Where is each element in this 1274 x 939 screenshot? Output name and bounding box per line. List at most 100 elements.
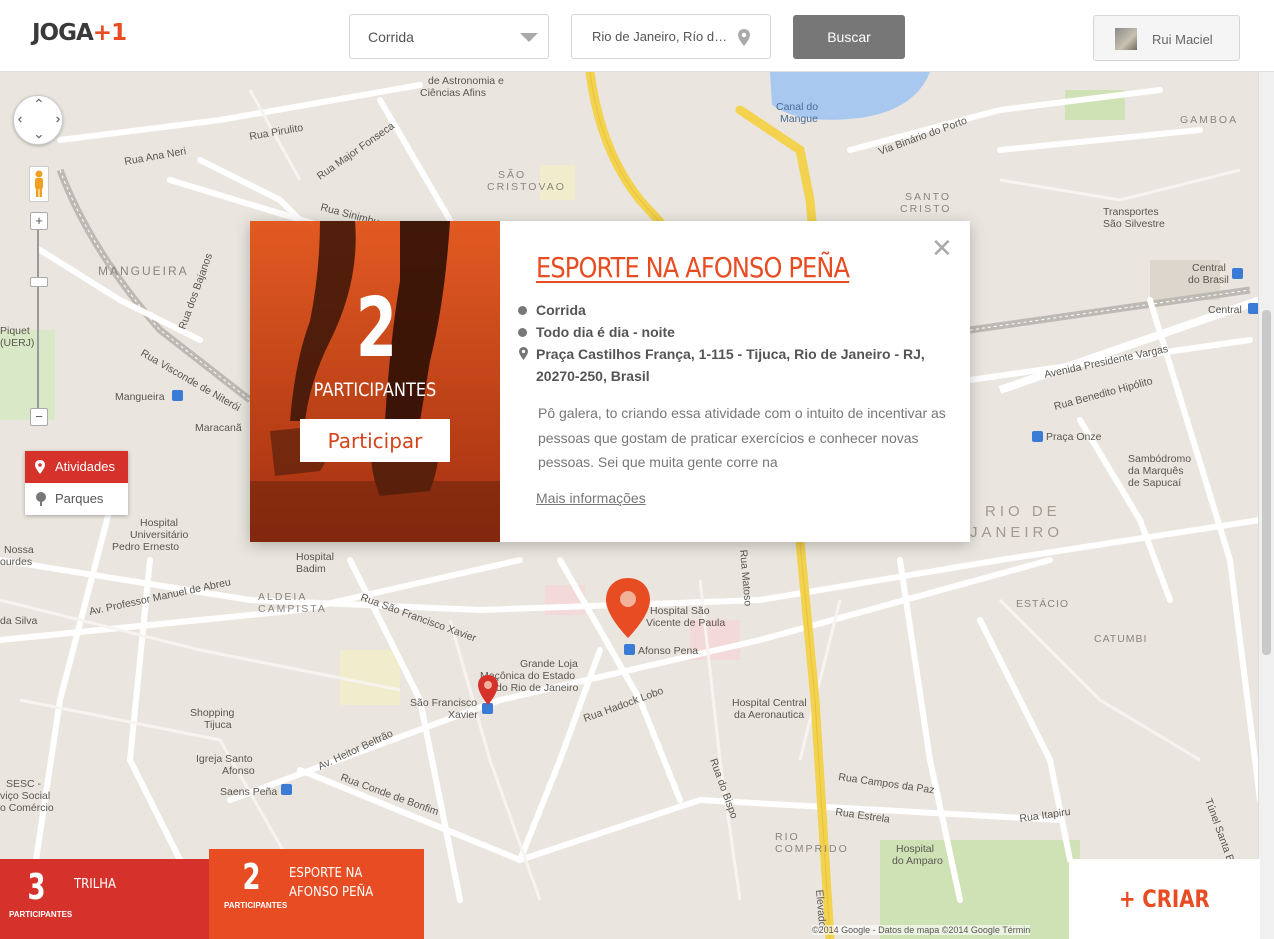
activity-marker-small[interactable] [478, 675, 498, 705]
logo[interactable]: JOGA+1 [32, 20, 127, 46]
map-label: do Rio de Janeiro [496, 682, 578, 694]
map-label: Hospital [140, 517, 178, 529]
map-label: COMPRIDO [775, 843, 849, 855]
close-icon[interactable]: ✕ [931, 235, 953, 261]
activity-tab-count: 2 [242, 857, 261, 898]
sport-select[interactable]: Corrida [349, 14, 549, 59]
activity-tab-count: 3 [27, 867, 46, 908]
logo-text: JOGA [32, 20, 94, 46]
participants-label: PARTICIPANTES [313, 379, 437, 401]
map-label: Pedro Ernesto [112, 541, 179, 553]
map-label: de Sapucaí [1128, 477, 1181, 489]
avatar [1115, 28, 1137, 50]
activity-popup: 2 PARTICIPANTES Participar ✕ ESPORTE NA … [250, 221, 970, 542]
tree-icon [36, 492, 46, 506]
map-label: da Aeronautica [734, 709, 804, 721]
map-label: CRISTO [900, 203, 951, 215]
zoom-out-button[interactable]: − [30, 408, 48, 426]
map-label: Nossa [4, 544, 34, 556]
map-label: Igreja Santo [196, 753, 253, 765]
map-label: Hospital [896, 843, 934, 855]
activity-tab-name: TRILHA [74, 877, 117, 892]
pan-right-icon[interactable]: ⌃ [45, 114, 62, 126]
pan-up-icon[interactable]: ⌃ [33, 96, 45, 113]
activity-tab-count-label: PARTICIPANTES [9, 910, 73, 919]
activity-tab-trilha[interactable]: 3 PARTICIPANTES TRILHA [0, 859, 209, 939]
map-label: RIO [775, 831, 800, 843]
activity-sport-text: Corrida [536, 302, 586, 318]
activity-tab-count-label: PARTICIPANTES [224, 901, 288, 910]
location-pin-icon [738, 29, 750, 46]
activity-tab-name: ESPORTE NA AFONSO PEÑA [289, 866, 374, 900]
scrollbar[interactable] [1258, 72, 1274, 939]
pan-left-icon[interactable]: ⌃ [15, 114, 32, 126]
layer-parks[interactable]: Parques [25, 483, 128, 515]
map-label: GAMBOA [1180, 114, 1238, 126]
map-label: da Silva [0, 615, 38, 627]
create-activity-button[interactable]: + CRIAR [1069, 859, 1260, 939]
scrollbar-thumb[interactable] [1262, 310, 1271, 655]
map-label: ALDEIA [258, 591, 307, 603]
map-label: JANEIRO [970, 524, 1063, 541]
zoom-slider-handle[interactable] [30, 277, 48, 287]
map-label: (UERJ) [0, 337, 34, 349]
map-label: ESTÁCIO [1016, 597, 1069, 610]
layer-toggle: Atividades Parques [25, 451, 128, 515]
map-label: Piquet [0, 325, 30, 337]
chevron-down-icon [520, 33, 538, 42]
search-button[interactable]: Buscar [793, 15, 905, 59]
more-info-link[interactable]: Mais informações [536, 490, 646, 506]
join-button[interactable]: Participar [300, 419, 450, 462]
map-label: Praça Onze [1046, 431, 1102, 443]
map-label: do Amparo [892, 855, 943, 867]
map-label: Tijuca [204, 719, 232, 731]
map-label: Saens Peña [220, 786, 277, 798]
map-label: Hospital Central [732, 697, 807, 709]
location-input-value: Rio de Janeiro, Río de Janeiro, Brasil [592, 29, 732, 44]
layer-activities[interactable]: Atividades [25, 451, 128, 483]
map-label: ourdes [0, 556, 32, 568]
map-label: MANGUEIRA [98, 264, 189, 278]
map-label: Transportes [1103, 206, 1159, 218]
participants-count: 2 [355, 281, 397, 376]
map-label: Hospital [296, 551, 334, 563]
map-label: Xavier [448, 709, 478, 721]
zoom-in-button[interactable]: + [30, 212, 48, 230]
map-label: Mangue [780, 113, 818, 125]
activity-title[interactable]: ESPORTE NA AFONSO PEÑA [536, 251, 850, 284]
zoom-slider-track[interactable] [37, 222, 39, 416]
map-label: São Francisco [410, 697, 477, 709]
pan-down-icon[interactable]: ⌃ [33, 124, 45, 141]
map-label: CATUMBI [1094, 633, 1147, 645]
map-label: Sambódromo [1128, 453, 1191, 465]
map-attribution[interactable]: ©2014 Google - Datos de mapa ©2014 Googl… [812, 925, 1031, 935]
map-pin-icon [35, 460, 45, 474]
location-pin-icon [519, 347, 528, 360]
street-view-pegman-icon[interactable] [29, 166, 49, 202]
map-label: Central [1192, 262, 1226, 274]
activity-marker-large[interactable] [606, 578, 650, 638]
map-label: Badim [296, 563, 326, 575]
create-activity-label: + CRIAR [1119, 885, 1210, 913]
user-menu[interactable]: Rui Maciel [1093, 15, 1240, 61]
map-label: Ciências Afins [420, 87, 486, 99]
map-label: o Comércio [0, 802, 54, 814]
activity-address-text: Praça Castilhos França, 1-115 - Tijuca, … [536, 346, 925, 384]
map-label: Grande Loja [520, 658, 578, 670]
map-pan-control[interactable]: ⌃ ⌃ ⌃ ⌃ [13, 95, 63, 145]
map-label: Afonso Pena [638, 645, 698, 657]
map-label: SANTO [905, 191, 951, 203]
bullet-icon [518, 328, 527, 337]
map-label: Hospital São [650, 605, 710, 617]
activity-tab-esporte[interactable]: 2 PARTICIPANTES ESPORTE NA AFONSO PEÑA [209, 849, 424, 939]
map-label: CAMPISTA [258, 603, 327, 615]
map-label: Central [1208, 304, 1242, 316]
activity-schedule-text: Todo dia é dia - noite [536, 324, 675, 340]
map-label: SESC - [6, 778, 42, 790]
header-bar: JOGA+1 Corrida Rio de Janeiro, Río de Ja… [0, 0, 1274, 72]
location-input[interactable]: Rio de Janeiro, Río de Janeiro, Brasil [571, 14, 771, 59]
map-label: viço Social [0, 790, 50, 802]
map-label: Shopping [190, 707, 235, 719]
sport-select-value: Corrida [368, 29, 414, 45]
map-label: CRISTOVAO [487, 181, 566, 193]
